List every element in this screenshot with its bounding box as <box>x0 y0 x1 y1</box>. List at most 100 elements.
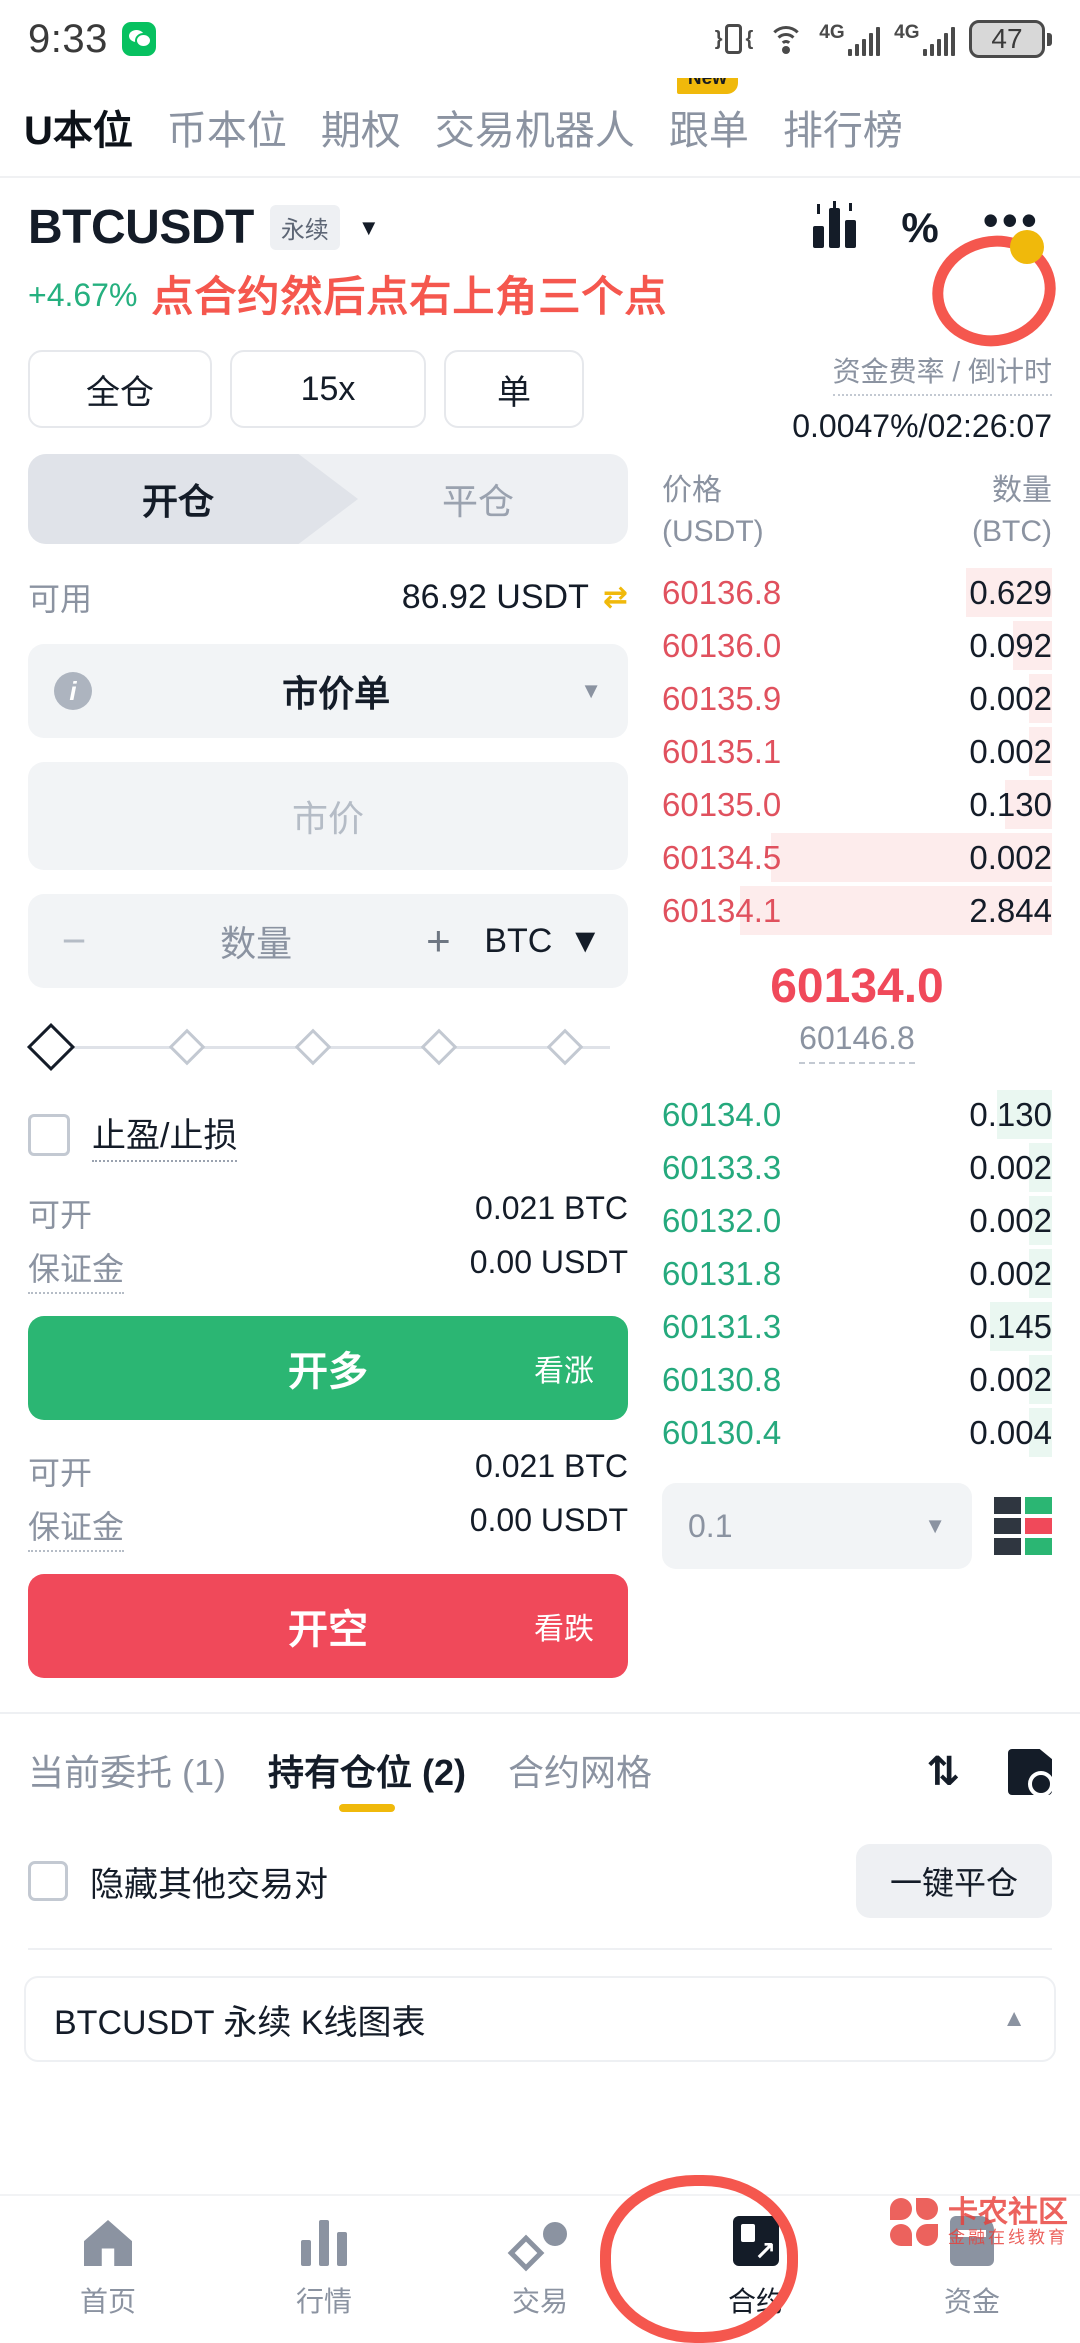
open-long-button[interactable]: 开多 看涨 <box>28 1316 628 1420</box>
depth-chart-icon[interactable] <box>813 200 857 248</box>
info-icon[interactable]: i <box>54 672 92 710</box>
tab-copy-trading[interactable]: New 跟单 <box>668 78 749 156</box>
order-book-price: 60135.0 <box>662 785 782 823</box>
order-book-row[interactable]: 60131.8 0.002 <box>662 1247 1052 1300</box>
long-margin-value: 0.00 USDT <box>469 1244 628 1280</box>
order-book-row[interactable]: 60134.0 0.130 <box>662 1088 1052 1141</box>
contract-type-badge: 永续 <box>269 205 340 250</box>
chevron-up-icon[interactable]: ▲ <box>1002 2005 1026 2033</box>
segment-open[interactable]: 开仓 <box>28 454 328 544</box>
order-book-amount: 0.002 <box>969 1360 1052 1398</box>
price-placeholder: 市价 <box>291 798 364 839</box>
slider-tick-3[interactable] <box>420 1028 458 1066</box>
quantity-unit-value: BTC <box>484 921 553 960</box>
tab-coin-based[interactable]: 币本位 <box>167 98 287 156</box>
tab-trading-bot[interactable]: 交易机器人 <box>435 98 635 156</box>
short-margin-label: 保证金 <box>28 1502 125 1552</box>
order-book-amount: 0.145 <box>969 1307 1052 1345</box>
symbol-name[interactable]: BTCUSDT <box>28 200 254 255</box>
home-icon <box>84 2220 132 2266</box>
kline-title: BTCUSDT 永续 K线图表 <box>54 2003 426 2042</box>
order-book-row[interactable]: 60135.0 0.130 <box>662 778 1052 831</box>
segment-close[interactable]: 平仓 <box>328 454 628 544</box>
margin-mode-button[interactable]: 全仓 <box>28 350 212 428</box>
order-book-price: 60135.1 <box>662 732 782 770</box>
nav-item-home[interactable]: 首页 <box>0 2196 216 2340</box>
quantity-unit-select[interactable]: BTC ▼ <box>484 922 628 961</box>
contract-icon <box>733 2216 779 2266</box>
funding-rate-value: 0.0047%/02:26:07 <box>792 408 1052 444</box>
history-icon[interactable] <box>1008 1749 1054 1797</box>
order-book-amount: 0.130 <box>969 785 1052 823</box>
tab-copy-trading-label: 跟单 <box>668 109 749 153</box>
order-book-row[interactable]: 60134.5 0.002 <box>662 831 1052 884</box>
percent-switch-icon[interactable]: % <box>901 206 938 249</box>
position-size-slider[interactable] <box>26 1022 628 1072</box>
markets-icon <box>299 2220 349 2266</box>
nav-item-markets[interactable]: 行情 <box>216 2196 432 2340</box>
slider-handle[interactable] <box>26 1022 76 1072</box>
order-book-price: 60136.0 <box>662 626 782 664</box>
order-book-row[interactable]: 60134.1 2.844 <box>662 884 1052 937</box>
top-tab-bar[interactable]: U本位 币本位 期权 交易机器人 New 跟单 排行榜 <box>0 78 1080 178</box>
available-label: 可用 <box>28 581 93 617</box>
order-book-row[interactable]: 60130.4 0.004 <box>662 1406 1052 1459</box>
slider-tick-1[interactable] <box>168 1028 206 1066</box>
order-book-bids[interactable]: 60134.0 0.130 60133.3 0.002 60132.0 0.002 6013… <box>662 1088 1052 1459</box>
price-input[interactable]: 市价 <box>28 762 628 870</box>
tpsl-checkbox[interactable] <box>28 1114 70 1156</box>
order-book-row[interactable]: 60135.9 0.002 <box>662 672 1052 725</box>
tab-open-orders[interactable]: 当前委托 (1) <box>28 1744 226 1816</box>
quantity-stepper[interactable]: − 数量 + BTC ▼ <box>28 894 628 988</box>
order-book-row[interactable]: 60130.8 0.002 <box>662 1353 1052 1406</box>
more-dots-icon[interactable]: ••• <box>983 197 1040 246</box>
order-book-amount: 0.002 <box>969 679 1052 717</box>
depth-layout-icon[interactable] <box>994 1497 1052 1555</box>
position-mode-button[interactable]: 单 <box>444 350 584 428</box>
wechat-icon <box>121 22 156 56</box>
sort-icon[interactable]: ⇅ <box>926 1752 960 1792</box>
order-book-row[interactable]: 60136.8 0.629 <box>662 566 1052 619</box>
positions-tab-bar[interactable]: 当前委托 (1) 持有仓位 (2) 合约网格 ⇅ <box>0 1714 1080 1816</box>
order-book-row[interactable]: 60135.1 0.002 <box>662 725 1052 778</box>
tab-positions[interactable]: 持有仓位 (2) <box>268 1744 466 1816</box>
tab-contract-grid[interactable]: 合约网格 <box>508 1744 652 1816</box>
order-type-select[interactable]: i 市价单 ▼ <box>28 644 628 738</box>
quantity-decrease-button[interactable]: − <box>28 917 120 965</box>
mark-price: 60146.8 <box>799 1020 915 1064</box>
watermark-subtitle: 金融在线教育 <box>948 2228 1068 2248</box>
tab-options[interactable]: 期权 <box>321 98 401 156</box>
order-book-row[interactable]: 60133.3 0.002 <box>662 1141 1052 1194</box>
nav-item-trade[interactable]: 交易 <box>432 2196 648 2340</box>
tpsl-row[interactable]: 止盈/止损 <box>28 1108 628 1162</box>
order-book-asks[interactable]: 60136.8 0.629 60136.0 0.092 60135.9 0.002 6013… <box>662 566 1052 937</box>
signal-4g-icon-2: 4G <box>894 23 955 56</box>
quantity-increase-button[interactable]: + <box>392 917 484 965</box>
order-type-value: 市价单 <box>282 673 391 714</box>
order-book-col-price: 价格 <box>662 474 722 507</box>
slider-tick-4[interactable] <box>546 1028 584 1066</box>
open-short-button[interactable]: 开空 看跌 <box>28 1574 628 1678</box>
order-book-row[interactable]: 60132.0 0.002 <box>662 1194 1052 1247</box>
quantity-placeholder[interactable]: 数量 <box>120 915 392 967</box>
order-book-row[interactable]: 60131.3 0.145 <box>662 1300 1052 1353</box>
kline-chart-bar[interactable]: BTCUSDT 永续 K线图表 ▲ <box>24 1976 1056 2062</box>
tab-leaderboard[interactable]: 排行榜 <box>783 98 903 156</box>
precision-row: 0.1 ▼ <box>662 1483 1052 1569</box>
order-book-panel: 资金费率 / 倒计时 0.0047%/02:26:07 价格 (USDT) 数量… <box>628 324 1052 1678</box>
transfer-icon[interactable]: ⇄ <box>603 580 628 615</box>
order-book-amount: 0.629 <box>969 573 1052 611</box>
leverage-button[interactable]: 15x <box>230 350 426 428</box>
hide-others-checkbox[interactable] <box>28 1861 68 1901</box>
close-all-button[interactable]: 一键平仓 <box>855 1844 1052 1918</box>
precision-select[interactable]: 0.1 ▼ <box>662 1483 972 1569</box>
tab-u-based[interactable]: U本位 <box>24 98 133 156</box>
chevron-down-icon[interactable]: ▼ <box>358 215 380 241</box>
nav-item-contract[interactable]: 合约 <box>648 2196 864 2340</box>
order-book-row[interactable]: 60136.0 0.092 <box>662 619 1052 672</box>
order-book-amount: 0.002 <box>969 732 1052 770</box>
slider-tick-2[interactable] <box>294 1028 332 1066</box>
order-book-amount: 0.004 <box>969 1413 1052 1451</box>
order-book-col-amount: 数量 <box>992 474 1052 507</box>
open-close-toggle[interactable]: 开仓 平仓 <box>28 454 628 544</box>
